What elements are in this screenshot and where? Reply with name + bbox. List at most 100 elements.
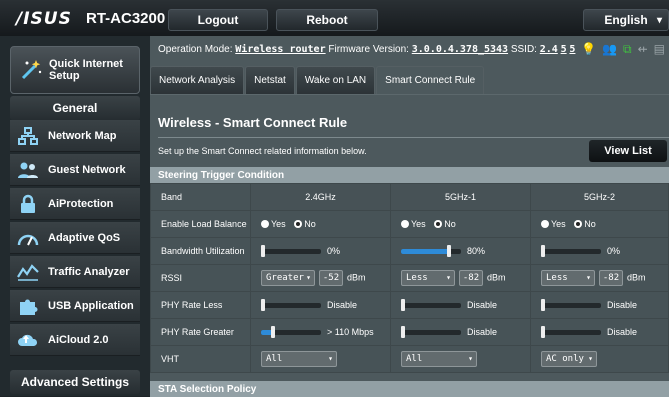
table-row: VHT All All AC only — [150, 345, 669, 373]
phy-rate-less-value: Disable — [607, 300, 638, 311]
asus-logo: /ISUS — [16, 9, 72, 29]
sidebar: Quick Internet Setup General Network Map… — [0, 36, 150, 396]
bandwidth-value: 0% — [327, 246, 341, 257]
rssi-compare-select[interactable]: Greater — [261, 270, 315, 286]
ssid-link-3[interactable]: 5 — [569, 44, 575, 55]
rssi-label: RSSI — [150, 264, 251, 292]
printer-icon[interactable]: ▤ — [654, 42, 665, 57]
radio-yes[interactable] — [541, 220, 549, 228]
bandwidth-value: 0% — [607, 246, 621, 257]
sidebar-item-aicloud[interactable]: AiCloud 2.0 — [10, 324, 140, 356]
vht-cell: AC only — [530, 345, 669, 373]
phy-rate-less-cell: Disable — [530, 291, 669, 319]
phy-rate-greater-cell: > 110 Mbps — [250, 318, 391, 346]
phy-rate-less-cell: Disable — [390, 291, 531, 319]
quick-internet-setup-button[interactable]: Quick Internet Setup — [10, 46, 140, 94]
view-list-button[interactable]: View List — [589, 140, 667, 162]
radio-no-label: No — [304, 219, 316, 229]
title-divider — [158, 137, 669, 138]
phy-rate-greater-cell: Disable — [530, 318, 669, 346]
vht-select[interactable]: AC only — [541, 351, 597, 367]
phy-rate-greater-value: Disable — [467, 327, 498, 338]
ssid-link-2[interactable]: 5 — [561, 44, 567, 55]
bandwidth-value: 80% — [467, 246, 486, 257]
phy-rate-less-value: Disable — [327, 300, 358, 311]
rssi-compare-select[interactable]: Less — [401, 270, 455, 286]
steering-table: Band 2.4GHz 5GHz-1 5GHz-2 Enable Load Ba… — [150, 183, 669, 373]
bandwidth-label: Bandwidth Utilization — [150, 237, 251, 265]
lock-icon — [16, 192, 40, 216]
status-line: Operation Mode: Wireless router Firmware… — [158, 44, 575, 55]
sidebar-item-label: AiCloud 2.0 — [48, 333, 109, 346]
rssi-value-input[interactable]: -52 — [319, 270, 343, 286]
vht-select[interactable]: All — [401, 351, 477, 367]
steering-trigger-header: Steering Trigger Condition — [150, 167, 669, 183]
wireless-status-icon[interactable]: ⧉ — [623, 42, 632, 57]
status-icons: 💡 👥 ⧉ ⇷ ▤ — [581, 42, 665, 57]
phy-rate-less-slider[interactable] — [401, 298, 461, 311]
ssid-link-1[interactable]: 2.4 — [540, 44, 558, 55]
bandwidth-slider[interactable] — [261, 244, 321, 257]
rssi-value-input[interactable]: -82 — [599, 270, 623, 286]
operation-mode-link[interactable]: Wireless router — [235, 44, 325, 55]
sidebar-item-network-map[interactable]: Network Map — [10, 120, 140, 152]
sidebar-item-aiprotection[interactable]: AiProtection — [10, 188, 140, 220]
bandwidth-slider[interactable] — [401, 244, 461, 257]
usb-icon[interactable]: ⇷ — [638, 42, 648, 57]
reboot-button[interactable]: Reboot — [276, 9, 378, 31]
firmware-link[interactable]: 3.0.0.4.378_5343 — [412, 44, 508, 55]
radio-no-label: No — [584, 219, 596, 229]
phy-rate-greater-slider[interactable] — [261, 325, 321, 338]
radio-yes-label: Yes — [411, 219, 426, 229]
rssi-unit: dBm — [487, 272, 506, 283]
ssid-label: SSID: — [510, 44, 537, 55]
load-balance-cell: Yes No — [390, 210, 531, 238]
rssi-cell: Greater-52 dBm — [250, 264, 391, 292]
phy-rate-greater-value: Disable — [607, 327, 638, 338]
radio-no[interactable] — [434, 220, 443, 228]
bulb-icon[interactable]: 💡 — [581, 42, 596, 57]
sidebar-item-traffic-analyzer[interactable]: Traffic Analyzer — [10, 256, 140, 288]
rssi-cell: Less-82 dBm — [530, 264, 669, 292]
tab-smart-connect-rule[interactable]: Smart Connect Rule — [376, 66, 485, 94]
sidebar-item-label: USB Application — [48, 299, 134, 312]
rssi-compare-select[interactable]: Less — [541, 270, 595, 286]
tab-wake-on-lan[interactable]: Wake on LAN — [295, 66, 376, 94]
sidebar-item-usb-application[interactable]: USB Application — [10, 290, 140, 322]
clients-icon[interactable]: 👥 — [602, 42, 617, 57]
radio-yes[interactable] — [261, 220, 269, 228]
bandwidth-slider[interactable] — [541, 244, 601, 257]
general-section-title: General — [10, 96, 140, 120]
tab-netstat[interactable]: Netstat — [245, 66, 295, 94]
sidebar-item-guest-network[interactable]: Guest Network — [10, 154, 140, 186]
sidebar-item-label: Traffic Analyzer — [48, 265, 130, 278]
band-label: Band — [150, 183, 251, 211]
language-select[interactable]: English — [583, 9, 669, 31]
radio-no[interactable] — [294, 220, 303, 228]
phy-rate-less-label: PHY Rate Less — [150, 291, 251, 319]
tab-bar: Network Analysis Netstat Wake on LAN Sma… — [150, 66, 485, 94]
radio-yes[interactable] — [401, 220, 409, 228]
vht-label: VHT — [150, 345, 251, 373]
quick-internet-setup-label: Quick Internet Setup — [49, 58, 123, 82]
rssi-value-input[interactable]: -82 — [459, 270, 483, 286]
load-balance-label: Enable Load Balance — [150, 210, 251, 238]
phy-rate-greater-slider[interactable] — [401, 325, 461, 338]
gauge-icon — [16, 226, 40, 250]
phy-rate-less-slider[interactable] — [261, 298, 321, 311]
phy-rate-greater-slider[interactable] — [541, 325, 601, 338]
page-title: Wireless - Smart Connect Rule — [158, 115, 348, 130]
vht-select[interactable]: All — [261, 351, 337, 367]
table-row: Enable Load Balance Yes No Yes No Yes No — [150, 210, 669, 238]
advanced-settings-section-title: Advanced Settings — [10, 370, 140, 394]
sidebar-item-adaptive-qos[interactable]: Adaptive QoS — [10, 222, 140, 254]
radio-yes-label: Yes — [551, 219, 566, 229]
radio-no[interactable] — [574, 220, 583, 228]
content-area: Wireless - Smart Connect Rule Set up the… — [150, 94, 669, 397]
rssi-unit: dBm — [627, 272, 646, 283]
logout-button[interactable]: Logout — [168, 9, 268, 31]
phy-rate-greater-cell: Disable — [390, 318, 531, 346]
tab-network-analysis[interactable]: Network Analysis — [150, 66, 245, 94]
phy-rate-less-slider[interactable] — [541, 298, 601, 311]
top-bar: /ISUS RT-AC3200 Logout Reboot English — [0, 0, 669, 36]
